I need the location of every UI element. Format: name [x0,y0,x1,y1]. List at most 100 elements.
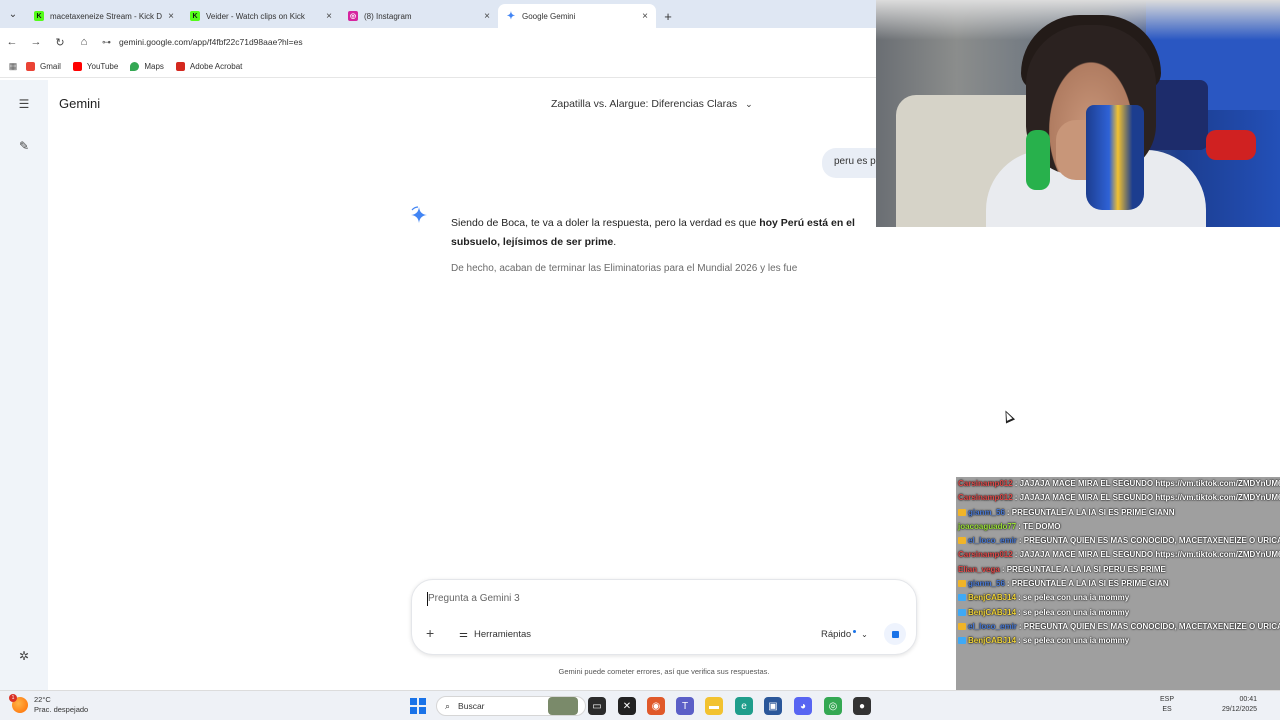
file-explorer-icon[interactable]: ▬ [705,697,723,715]
site-info-icon[interactable]: ⊶ [102,37,111,48]
tab-title: Veider - Watch clips on Kick [206,11,305,21]
stream-chat-overlay: Carsinamp012: JAJAJA MACE MIRA EL SEGUND… [956,477,1280,720]
bookmark-youtube[interactable]: YouTube [72,62,119,71]
prompt-input[interactable]: Pregunta a Gemini 3 [428,593,520,604]
close-icon[interactable]: × [484,11,490,22]
gemini-app: ☰ ✎ ✲ Gemini Zapatilla vs. Alargue: Dife… [0,80,917,690]
bookmark-label: YouTube [86,62,119,71]
webcam-cup [1086,105,1144,210]
chat-text: : JAJAJA MACE MIRA EL SEGUNDO https://vm… [1014,493,1280,503]
task-view-icon[interactable]: ▭ [588,697,606,715]
weather-sun-icon: 1 [9,694,28,713]
kick-icon: K [190,11,200,21]
weather-temperature: 22°C [34,695,51,704]
copilot-icon[interactable]: ◉ [647,697,665,715]
capcut-icon[interactable]: ✕ [618,697,636,715]
taskbar: 1 22°C Prac. despejado ⌕ Buscar ▭ ✕ ◉ T … [0,690,1280,720]
response-text: Siendo de Boca, te va a doler la respues… [451,217,760,229]
home-icon[interactable]: ⌂ [72,30,96,54]
maps-icon [130,62,140,71]
webcam-toy-car [1206,130,1256,160]
chat-username[interactable]: el_loco_emir [968,622,1017,631]
back-icon[interactable]: ← [0,30,24,54]
chat-badge-icon [958,537,966,545]
chat-text: : PREGUNTA QUIEN ES MAS CONOCIDO, MACETA… [1018,621,1280,631]
menu-icon[interactable]: ☰ [16,96,32,112]
webcam-overlay [876,0,1280,227]
tab-search-icon[interactable]: ⌄ [0,0,26,28]
mode-dot [853,630,857,633]
tools-button[interactable]: ⚌ Herramientas [459,629,531,640]
chat-text: : PREGUNTALE A LA IA SI ES PRIME GIANN [1006,507,1175,517]
clock-time: 00:41 [1239,696,1258,703]
clock-date: 29/12/2025 [1222,706,1258,713]
stop-generating-button[interactable] [884,623,906,645]
chat-username[interactable]: BenjCABJ14 [968,593,1016,602]
kick-icon: K [34,11,44,21]
obs-icon[interactable]: ● [853,697,871,715]
tab-gemini[interactable]: ✦ Google Gemini × [498,4,656,28]
taskbar-search-placeholder: Buscar [458,701,485,711]
new-tab-button[interactable]: + [656,4,680,28]
chat-text: : PREGUNTALE A LA IA SI ES PRIME GIAN [1006,579,1169,589]
weather-widget[interactable]: 1 22°C Prac. despejado [9,694,88,715]
chat-message: BenjCABJ14: se pelea con una ia mommy [956,591,1280,605]
chat-username[interactable]: Carsinamp012 [958,493,1013,502]
mode-selector[interactable]: Rápido ⌄ [821,629,868,640]
chat-username[interactable]: joacoaguado77 [958,522,1016,531]
apps-grid-icon[interactable]: ▦ [0,61,26,72]
address-bar[interactable]: ⊶ gemini.google.com/app/f4fbf22c71d98aae… [102,31,872,53]
chat-username[interactable]: BenjCABJ14 [968,636,1016,645]
close-icon[interactable]: × [326,11,332,22]
chat-username[interactable]: gianm_56 [968,579,1005,588]
chat-username[interactable]: Carsinamp012 [958,479,1013,488]
tab-kick-clips[interactable]: K Veider - Watch clips on Kick × [182,4,340,28]
chat-badge-icon [958,594,966,602]
weather-badge: 1 [9,694,17,702]
clock[interactable]: 00:41 29/12/2025 [1222,695,1257,715]
discord-icon[interactable]: ◕ [794,697,812,715]
chat-badge-icon [958,580,966,588]
tab-kick-stream[interactable]: K macetaxeneize Stream - Kick D × [26,4,182,28]
search-highlight-icon[interactable] [548,697,578,715]
chevron-down-icon: ⌄ [861,630,868,639]
bookmark-label: Adobe Acrobat [189,62,243,71]
gemini-brand[interactable]: Gemini [59,96,100,111]
language-indicator[interactable]: ESP ES [1160,695,1174,715]
chat-username[interactable]: Carsinamp012 [958,550,1013,559]
bookmark-acrobat[interactable]: Adobe Acrobat [175,62,243,71]
screen: ⌄ K macetaxeneize Stream - Kick D × K Ve… [0,0,1280,720]
close-icon[interactable]: × [168,11,174,22]
chat-username[interactable]: el_loco_emir [968,536,1017,545]
start-button[interactable] [410,698,426,714]
conversation-title-dropdown[interactable]: Zapatilla vs. Alargue: Diferencias Clara… [551,98,753,110]
add-attachment-button[interactable]: + [426,625,434,641]
chat-text: : se pelea con una ia mommy [1018,593,1130,603]
tab-title: (8) Instagram [364,11,412,21]
edge-icon[interactable]: e [735,697,753,715]
chat-username[interactable]: gianm_56 [968,508,1005,517]
chat-badge-icon [958,637,966,645]
chat-badge-icon [958,508,966,516]
forward-icon[interactable]: → [24,30,48,54]
chevron-down-icon: ⌄ [745,98,753,109]
chat-message: el_loco_emir: PREGUNTA QUIEN ES MAS CONO… [956,534,1280,548]
bookmark-gmail[interactable]: Gmail [26,62,61,71]
tab-instagram[interactable]: ◎ (8) Instagram × [340,4,498,28]
chrome-icon[interactable]: ◎ [824,697,842,715]
side-rail: ☰ ✎ ✲ [0,80,48,690]
close-icon[interactable]: × [642,11,648,22]
chat-message: Carsinamp012: JAJAJA MACE MIRA EL SEGUND… [956,491,1280,505]
bookmark-maps[interactable]: Maps [130,62,164,71]
settings-icon[interactable]: ✲ [16,648,32,664]
chat-message: el_loco_emir: PREGUNTA QUIEN ES MAS CONO… [956,620,1280,634]
reload-icon[interactable]: ↻ [48,30,72,54]
teams-icon[interactable]: T [676,697,694,715]
lang-1: ESP [1160,696,1175,703]
browser-toolbar: ← → ↻ ⌂ ⊶ gemini.google.com/app/f4fbf22c… [0,28,876,56]
store-icon[interactable]: ▣ [764,697,782,715]
chat-username[interactable]: BenjCABJ14 [968,608,1016,617]
response-text-end: . [613,236,617,248]
new-chat-icon[interactable]: ✎ [16,138,32,154]
chat-username[interactable]: Elian_vega [958,565,1000,574]
